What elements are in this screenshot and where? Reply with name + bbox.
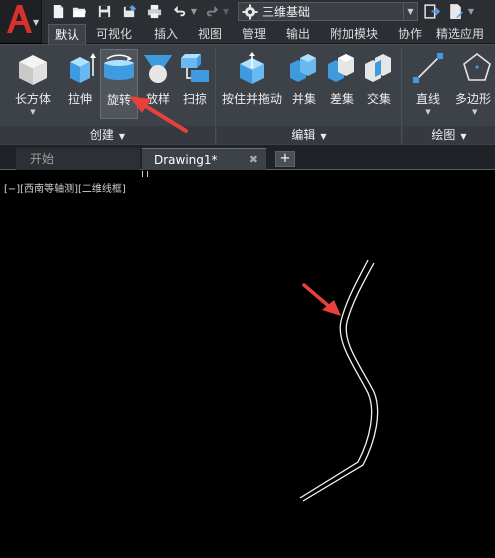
annotation-arrow-ribbon: [129, 96, 188, 133]
